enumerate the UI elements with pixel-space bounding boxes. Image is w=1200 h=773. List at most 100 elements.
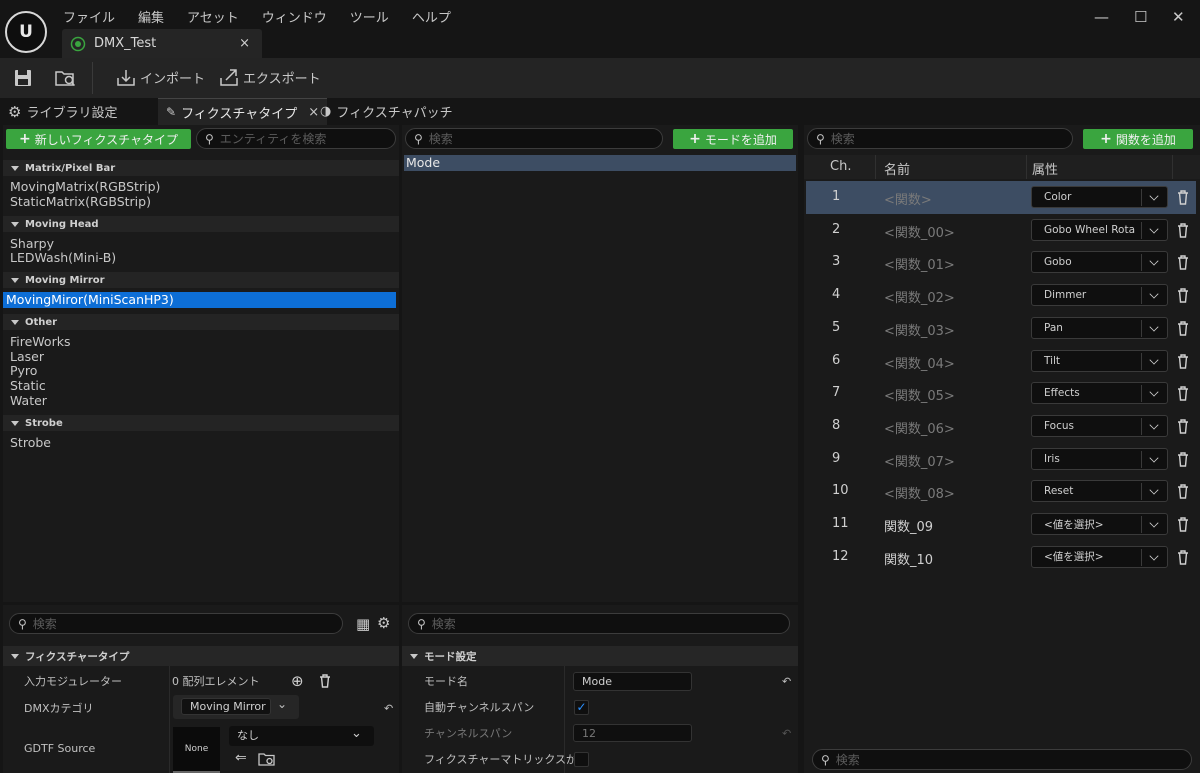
delete-icon[interactable]: [1177, 484, 1189, 499]
delete-icon[interactable]: [1177, 321, 1189, 336]
list-item[interactable]: FireWorks: [3, 335, 399, 349]
function-name[interactable]: <関数_04>: [884, 353, 955, 372]
attribute-dropdown[interactable]: Dimmer: [1031, 284, 1168, 307]
function-name[interactable]: <関数_03>: [884, 320, 955, 339]
function-row[interactable]: 2 <関数_00> Gobo Wheel Rota: [806, 214, 1196, 247]
function-row[interactable]: 1 <関数> Color: [806, 181, 1196, 214]
attribute-dropdown[interactable]: Gobo Wheel Rota: [1031, 218, 1168, 241]
menu-asset[interactable]: アセット: [187, 7, 239, 26]
document-tab-close[interactable]: ×: [239, 36, 250, 51]
function-row[interactable]: 5 <関数_03> Pan: [806, 312, 1196, 345]
attribute-dropdown[interactable]: Pan: [1031, 316, 1168, 339]
use-selected-icon[interactable]: ⇐: [235, 750, 247, 766]
delete-icon[interactable]: [1177, 386, 1189, 401]
delete-icon[interactable]: [1177, 288, 1189, 303]
add-mode-button[interactable]: + モードを追加: [673, 129, 793, 149]
function-row[interactable]: 3 <関数_01> Gobo: [806, 246, 1196, 279]
function-row[interactable]: 9 <関数_07> Iris: [806, 443, 1196, 476]
minimize-button[interactable]: —: [1094, 8, 1109, 26]
list-item[interactable]: Static: [3, 379, 399, 393]
browse-icon[interactable]: [55, 68, 77, 88]
channel-span-input[interactable]: 12: [573, 724, 692, 742]
document-tab[interactable]: DMX_Test ×: [62, 29, 262, 58]
attribute-dropdown[interactable]: Tilt: [1031, 349, 1168, 372]
category-strobe[interactable]: Strobe: [3, 415, 399, 431]
menu-tools[interactable]: ツール: [350, 7, 389, 26]
gdtf-thumbnail[interactable]: None: [173, 727, 220, 773]
function-name[interactable]: 関数_10: [884, 549, 933, 568]
function-row[interactable]: 12 関数_10 <値を選択>: [806, 541, 1196, 574]
attribute-dropdown[interactable]: Iris: [1031, 447, 1168, 470]
entity-search-input[interactable]: ⚲ エンティティを検索: [196, 128, 396, 149]
function-name[interactable]: <関数_01>: [884, 254, 955, 273]
section-mode-settings[interactable]: モード設定: [402, 646, 798, 666]
function-row[interactable]: 10 <関数_08> Reset: [806, 475, 1196, 508]
attribute-dropdown[interactable]: <値を選択>: [1031, 513, 1168, 535]
function-row[interactable]: 11 関数_09 <値を選択>: [806, 508, 1196, 541]
attribute-dropdown[interactable]: Effects: [1031, 382, 1168, 405]
reset-icon[interactable]: ↶: [782, 675, 791, 688]
delete-icon[interactable]: [1177, 517, 1189, 532]
attribute-dropdown[interactable]: Gobo: [1031, 251, 1168, 274]
import-button[interactable]: インポート: [116, 68, 205, 87]
function-row[interactable]: 4 <関数_02> Dimmer: [806, 279, 1196, 312]
details-search-input[interactable]: ⚲ 検索: [9, 613, 343, 634]
tab-library-settings[interactable]: ⚙ ライブラリ設定: [0, 98, 125, 125]
attribute-dropdown[interactable]: Focus: [1031, 414, 1168, 437]
menu-file[interactable]: ファイル: [63, 7, 115, 26]
delete-icon[interactable]: [1177, 353, 1189, 369]
function-row[interactable]: 8 <関数_06> Focus: [806, 410, 1196, 443]
list-item[interactable]: Sharpy: [3, 237, 399, 251]
delete-icon[interactable]: [1177, 190, 1189, 205]
auto-channel-span-checkbox[interactable]: ✓: [574, 700, 589, 715]
attribute-dropdown[interactable]: Color: [1031, 186, 1168, 208]
fixture-matrix-checkbox[interactable]: [574, 752, 589, 767]
table-view-icon[interactable]: ▦: [356, 615, 370, 633]
list-item[interactable]: Pyro: [3, 364, 399, 378]
delete-icon[interactable]: [1177, 451, 1189, 467]
delete-icon[interactable]: [1177, 419, 1189, 434]
mode-name-input[interactable]: Mode: [573, 672, 692, 691]
list-item-selected[interactable]: MovingMiror(MiniScanHP3): [3, 292, 396, 308]
mode-search-input[interactable]: ⚲ 検索: [405, 128, 663, 149]
category-other[interactable]: Other: [3, 314, 399, 330]
add-function-button[interactable]: + 関数を追加: [1083, 129, 1193, 149]
unreal-logo[interactable]: U: [5, 11, 47, 53]
delete-icon[interactable]: [1177, 255, 1189, 271]
function-row[interactable]: 6 <関数_04> Tilt: [806, 345, 1196, 378]
tab-fixture-patch[interactable]: ◑ フィクスチャパッチ: [312, 98, 461, 125]
close-window-button[interactable]: ✕: [1172, 8, 1185, 26]
bottom-search-input[interactable]: ⚲ 検索: [812, 749, 1192, 770]
category-moving-head[interactable]: Moving Head: [3, 216, 399, 232]
gdtf-source-dropdown[interactable]: なし ⌄: [229, 726, 374, 746]
category-moving-mirror[interactable]: Moving Mirror: [3, 272, 399, 288]
reset-icon[interactable]: ↶: [384, 702, 393, 715]
function-name[interactable]: <関数_06>: [884, 418, 955, 437]
save-icon[interactable]: [14, 69, 32, 87]
maximize-button[interactable]: ☐: [1134, 8, 1147, 26]
category-matrix[interactable]: Matrix/Pixel Bar: [3, 160, 399, 176]
function-name[interactable]: <関数_08>: [884, 483, 955, 502]
delete-icon[interactable]: [1177, 549, 1189, 565]
section-fixture-type[interactable]: フィクスチャータイプ: [3, 646, 399, 666]
menu-window[interactable]: ウィンドウ: [262, 7, 327, 26]
function-search-input[interactable]: ⚲ 検索: [807, 128, 1073, 149]
settings-gear-icon[interactable]: ⚙: [377, 614, 390, 632]
new-fixture-type-button[interactable]: + 新しいフィクスチャタイプ: [6, 129, 191, 149]
mode-list-item[interactable]: Mode: [404, 155, 796, 171]
menu-help[interactable]: ヘルプ: [412, 7, 451, 26]
function-row[interactable]: 7 <関数_05> Effects: [806, 377, 1196, 410]
list-item[interactable]: Laser: [3, 350, 399, 364]
browse-icon[interactable]: [258, 751, 276, 767]
menu-edit[interactable]: 編集: [138, 7, 164, 26]
delete-icon[interactable]: [319, 674, 331, 688]
attribute-dropdown[interactable]: <値を選択>: [1031, 545, 1168, 568]
list-item[interactable]: Water: [3, 394, 399, 408]
attribute-dropdown[interactable]: Reset: [1031, 480, 1168, 503]
list-item[interactable]: StaticMatrix(RGBStrip): [3, 195, 399, 209]
reset-icon[interactable]: ↶: [782, 727, 791, 740]
export-button[interactable]: エクスポート: [219, 68, 321, 87]
list-item[interactable]: LEDWash(Mini-B): [3, 251, 399, 265]
tab-fixture-types[interactable]: ✎ フィクスチャタイプ ×: [158, 98, 328, 125]
dmx-category-dropdown[interactable]: Moving Mirror ⌄: [173, 695, 299, 719]
